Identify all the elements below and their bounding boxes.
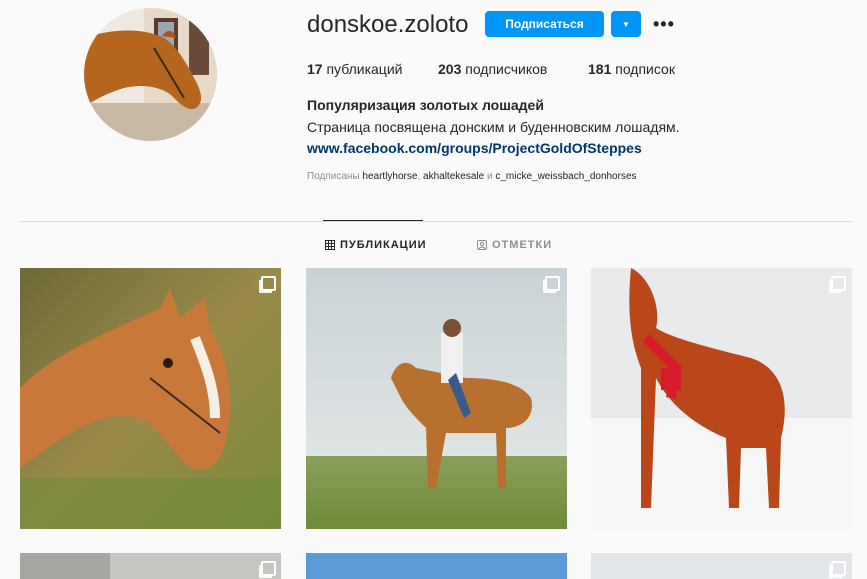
followers-count[interactable]: 203 подписчиков [438,61,547,77]
tab-tagged[interactable]: ОТМЕТКИ [477,239,552,251]
carousel-icon [831,276,846,291]
carousel-icon [261,276,276,291]
post-tile[interactable] [20,553,281,579]
post-tile[interactable] [591,553,852,579]
carousel-icon [545,276,560,291]
suggestions-dropdown-button[interactable]: ▼ [611,11,641,37]
posts-count: 17 публикаций [307,61,403,77]
bio-link[interactable]: www.facebook.com/groups/ProjectGoldOfSte… [307,140,642,156]
active-tab-indicator [323,220,423,221]
post-tile[interactable] [591,268,852,529]
chevron-down-icon: ▼ [622,19,630,29]
bio-name: Популяризация золотых лошадей [307,97,544,113]
following-count[interactable]: 181 подписок [588,61,675,77]
more-options-icon[interactable]: ••• [653,14,675,35]
profile-avatar[interactable] [84,8,217,141]
followed-by[interactable]: Подписаны heartlyhorse, akhaltekesale и … [307,171,637,182]
grid-icon [325,240,335,250]
profile-username: donskoe.zoloto [307,11,469,38]
post-tile[interactable] [20,268,281,529]
tab-posts[interactable]: ПУБЛИКАЦИИ [325,239,427,251]
tabs-divider [20,221,852,222]
post-tile[interactable] [306,268,567,529]
carousel-icon [831,561,846,576]
post-tile[interactable] [306,553,567,579]
carousel-icon [261,561,276,576]
tag-icon [477,240,487,250]
followed-by-user[interactable]: heartlyhorse [362,171,417,182]
followed-by-user[interactable]: c_micke_weissbach_donhorses [495,171,636,182]
follow-button[interactable]: Подписаться [485,11,604,37]
bio-text: Страница посвящена донским и буденновски… [307,119,680,135]
followed-by-user[interactable]: akhaltekesale [423,171,484,182]
